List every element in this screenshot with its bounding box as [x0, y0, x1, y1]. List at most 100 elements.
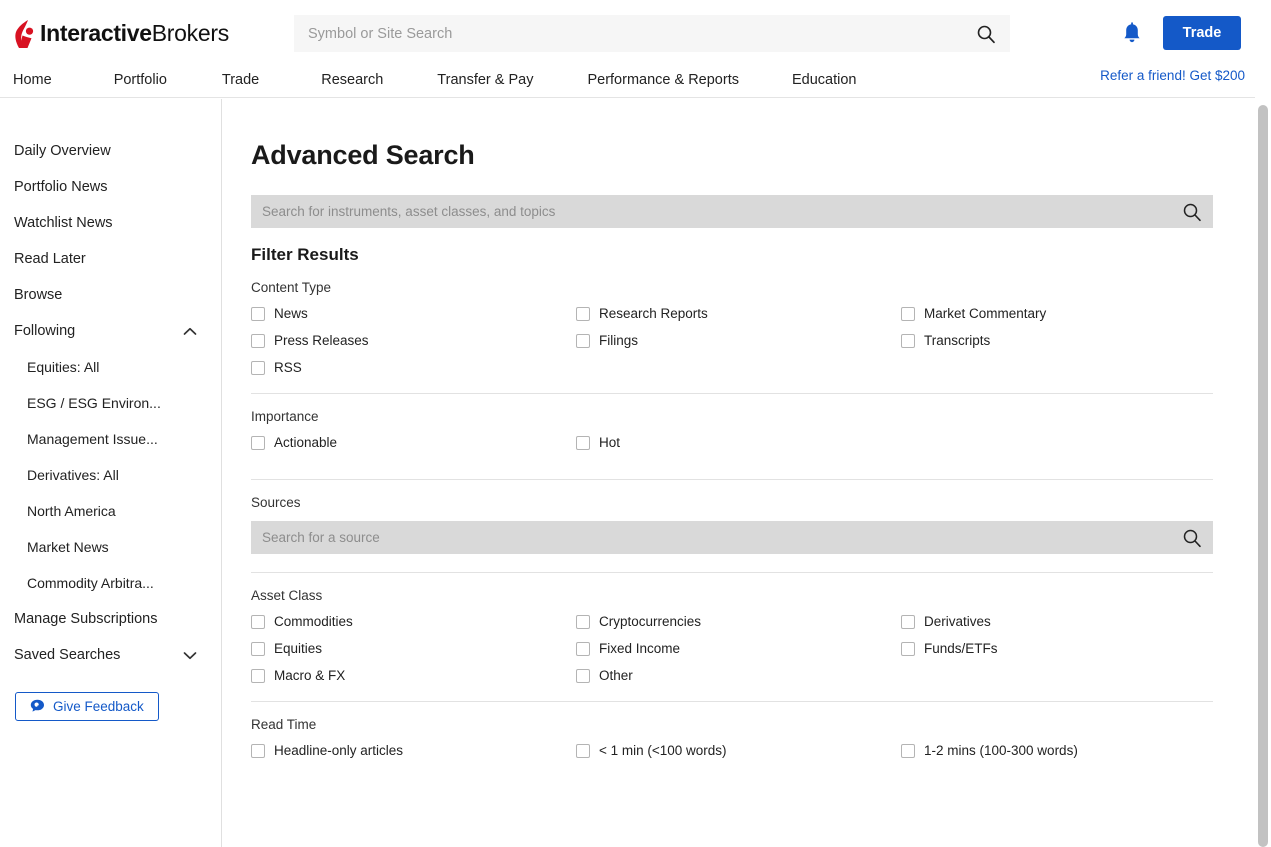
scrollbar-thumb[interactable] — [1258, 105, 1268, 847]
checkbox-box[interactable] — [576, 615, 590, 629]
sidebar-item-label: Browse — [14, 287, 62, 303]
nav-item-research[interactable]: Research — [321, 72, 383, 88]
global-search-box[interactable] — [294, 15, 1010, 52]
trade-button[interactable]: Trade — [1163, 16, 1241, 50]
sidebar-item-watchlist-news[interactable]: Watchlist News — [0, 205, 221, 241]
sidebar-item-portfolio-news[interactable]: Portfolio News — [0, 169, 221, 205]
sidebar-item-management-issues[interactable]: Management Issue... — [0, 421, 221, 457]
nav-item-performance-reports[interactable]: Performance & Reports — [587, 72, 739, 88]
nav-item-home[interactable]: Home — [13, 72, 52, 88]
sidebar-item-equities-all[interactable]: Equities: All — [0, 349, 221, 385]
chevron-down-icon[interactable] — [183, 651, 197, 660]
sidebar-item-daily-overview[interactable]: Daily Overview — [0, 133, 221, 169]
checkbox-box[interactable] — [576, 334, 590, 348]
sidebar-item-browse[interactable]: Browse — [0, 277, 221, 313]
checkbox-label: < 1 min (<100 words) — [599, 743, 727, 758]
nav-item-transfer-pay[interactable]: Transfer & Pay — [437, 72, 533, 88]
sidebar-item-derivatives-all[interactable]: Derivatives: All — [0, 457, 221, 493]
checkbox-label: Derivatives — [924, 614, 991, 629]
checkbox-other[interactable]: Other — [576, 668, 901, 683]
sidebar-item-label: North America — [27, 503, 116, 519]
checkbox-label: Commodities — [274, 614, 353, 629]
search-icon[interactable] — [1182, 528, 1202, 548]
checkbox-label: Headline-only articles — [274, 743, 403, 758]
checkbox-box[interactable] — [576, 307, 590, 321]
sidebar-item-market-news[interactable]: Market News — [0, 529, 221, 565]
advanced-search-box[interactable] — [251, 195, 1213, 228]
checkbox-grid: Headline-only articles < 1 min (<100 wor… — [251, 732, 1213, 776]
sidebar-item-esg[interactable]: ESG / ESG Environ... — [0, 385, 221, 421]
advanced-search-input[interactable] — [262, 204, 1182, 219]
checkbox-box[interactable] — [901, 307, 915, 321]
checkbox-news[interactable]: News — [251, 306, 576, 321]
checkbox-label: Transcripts — [924, 333, 990, 348]
checkbox-label: News — [274, 306, 308, 321]
sidebar-item-label: Manage Subscriptions — [14, 611, 157, 627]
checkbox-macro-fx[interactable]: Macro & FX — [251, 668, 576, 683]
checkbox-box[interactable] — [251, 615, 265, 629]
global-search-input[interactable] — [308, 26, 976, 42]
sidebar-item-label: Portfolio News — [14, 179, 107, 195]
checkbox-box[interactable] — [576, 436, 590, 450]
sidebar-item-north-america[interactable]: North America — [0, 493, 221, 529]
checkbox-transcripts[interactable]: Transcripts — [901, 333, 1213, 348]
checkbox-box[interactable] — [576, 669, 590, 683]
sidebar-item-label: Watchlist News — [14, 215, 113, 231]
checkbox-equities[interactable]: Equities — [251, 641, 576, 656]
checkbox-market-commentary[interactable]: Market Commentary — [901, 306, 1213, 321]
nav-item-trade[interactable]: Trade — [222, 72, 259, 88]
sidebar-item-following[interactable]: Following — [0, 313, 221, 349]
interactive-brokers-logo-icon — [14, 19, 40, 49]
sidebar-item-manage-subscriptions[interactable]: Manage Subscriptions — [0, 601, 221, 637]
checkbox-research-reports[interactable]: Research Reports — [576, 306, 901, 321]
sidebar-item-label: Market News — [27, 539, 109, 555]
search-icon[interactable] — [976, 24, 996, 44]
checkbox-box[interactable] — [251, 669, 265, 683]
checkbox-under-1-min[interactable]: < 1 min (<100 words) — [576, 743, 901, 758]
checkbox-box[interactable] — [901, 642, 915, 656]
checkbox-label: Actionable — [274, 435, 337, 450]
checkbox-box[interactable] — [251, 307, 265, 321]
nav-item-portfolio[interactable]: Portfolio — [114, 72, 167, 88]
checkbox-hot[interactable]: Hot — [576, 435, 901, 450]
checkbox-label: RSS — [274, 360, 302, 375]
checkbox-box[interactable] — [251, 642, 265, 656]
checkbox-box[interactable] — [576, 744, 590, 758]
source-search-input[interactable] — [262, 530, 1182, 545]
checkbox-derivatives[interactable]: Derivatives — [901, 614, 1213, 629]
checkbox-filings[interactable]: Filings — [576, 333, 901, 348]
sidebar-item-read-later[interactable]: Read Later — [0, 241, 221, 277]
checkbox-box[interactable] — [251, 436, 265, 450]
checkbox-box[interactable] — [251, 361, 265, 375]
checkbox-label: 1-2 mins (100-300 words) — [924, 743, 1078, 758]
checkbox-1-2-mins[interactable]: 1-2 mins (100-300 words) — [901, 743, 1213, 758]
checkbox-headline-only[interactable]: Headline-only articles — [251, 743, 576, 758]
checkbox-fixed-income[interactable]: Fixed Income — [576, 641, 901, 656]
checkbox-commodities[interactable]: Commodities — [251, 614, 576, 629]
checkbox-box[interactable] — [901, 615, 915, 629]
grid-spacer — [901, 435, 1213, 450]
search-icon[interactable] — [1182, 202, 1202, 222]
give-feedback-button[interactable]: Give Feedback — [15, 692, 159, 721]
checkbox-box[interactable] — [901, 334, 915, 348]
brand-name-light: Brokers — [152, 20, 229, 46]
checkbox-box[interactable] — [901, 744, 915, 758]
sidebar-item-saved-searches[interactable]: Saved Searches — [0, 637, 221, 673]
brand-logo[interactable]: InteractiveBrokers — [14, 17, 229, 51]
checkbox-press-releases[interactable]: Press Releases — [251, 333, 576, 348]
nav-item-education[interactable]: Education — [792, 72, 857, 88]
checkbox-actionable[interactable]: Actionable — [251, 435, 576, 450]
checkbox-box[interactable] — [576, 642, 590, 656]
section-label: Content Type — [251, 265, 1213, 295]
sidebar-item-commodity-arbitrage[interactable]: Commodity Arbitra... — [0, 565, 221, 601]
checkbox-cryptocurrencies[interactable]: Cryptocurrencies — [576, 614, 901, 629]
checkbox-box[interactable] — [251, 744, 265, 758]
chevron-up-icon[interactable] — [183, 327, 197, 336]
section-label: Read Time — [251, 702, 1213, 732]
checkbox-box[interactable] — [251, 334, 265, 348]
checkbox-rss[interactable]: RSS — [251, 360, 576, 375]
page-scrollbar[interactable] — [1255, 99, 1271, 847]
notifications-bell-icon[interactable] — [1121, 22, 1143, 46]
source-search-box[interactable] — [251, 521, 1213, 554]
checkbox-funds-etfs[interactable]: Funds/ETFs — [901, 641, 1213, 656]
